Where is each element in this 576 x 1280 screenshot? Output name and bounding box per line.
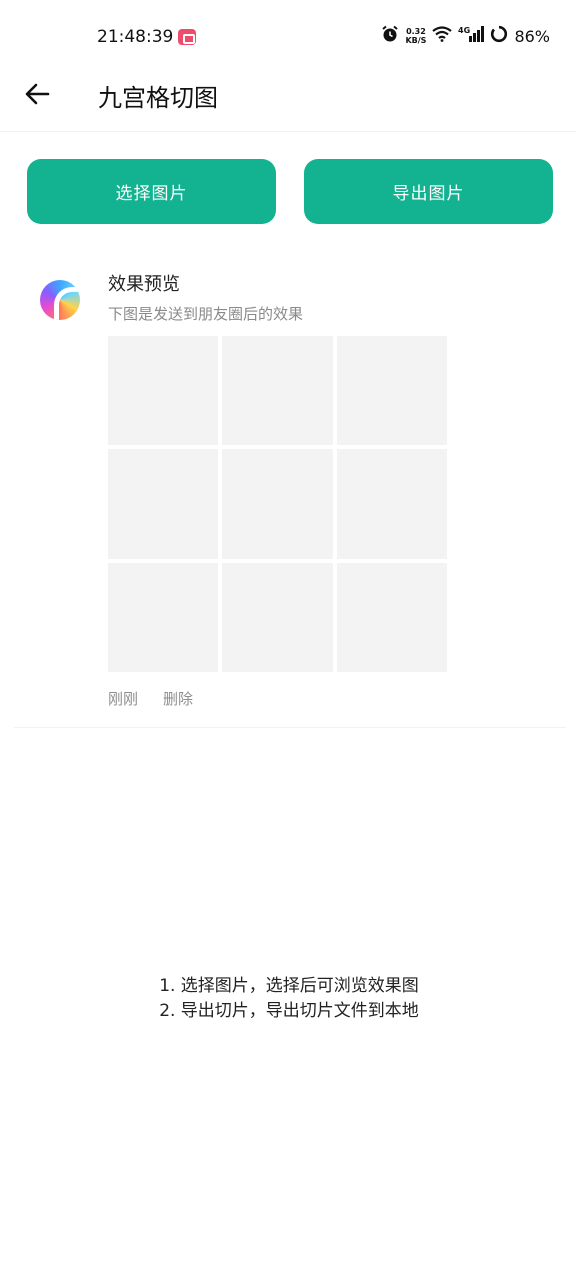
grid-cell[interactable] [222,449,333,559]
grid-cell[interactable] [108,449,219,559]
status-bar: 21:48:39 0.32 KB/S 4G 86% [0,0,576,72]
net-speed-value: 0.32 [406,27,426,36]
status-time: 21:48:39 [97,27,174,47]
net-speed-unit: KB/S [405,36,427,45]
arrow-left-icon [25,83,50,105]
signal-4g-icon: 4G [458,25,485,47]
alarm-icon [381,25,399,47]
wifi-icon [432,26,453,46]
grid-cell[interactable] [336,562,447,672]
instructions: 1. 选择图片，选择后可浏览效果图 2. 导出切片，导出切片文件到本地 [0,974,576,1024]
post-time: 刚刚 [108,690,139,708]
post-description: 下图是发送到朋友圈后的效果 [108,305,304,323]
select-image-button[interactable]: 选择图片 [27,159,276,224]
delete-link[interactable]: 删除 [163,688,193,709]
appbar-divider [0,131,576,132]
grid-cell[interactable] [222,562,333,672]
grid-cell[interactable] [336,449,447,559]
grid-cell[interactable] [336,336,447,446]
grid-cell[interactable] [108,562,219,672]
net-speed: 0.32 KB/S [405,27,426,45]
preview-post: 效果预览 下图是发送到朋友圈后的效果 刚刚 删除 [14,248,566,728]
avatar [40,280,80,320]
instruction-line-2: 2. 导出切片，导出切片文件到本地 [159,1001,419,1021]
export-image-button[interactable]: 导出图片 [304,159,553,224]
grid-cell[interactable] [108,336,219,446]
post-name: 效果预览 [108,274,180,295]
grid-cell[interactable] [222,336,333,446]
back-button[interactable] [22,78,54,110]
instruction-line-1: 1. 选择图片，选择后可浏览效果图 [159,976,419,996]
svg-text:4G: 4G [458,26,470,35]
status-icons: 0.32 KB/S 4G 86% [381,24,550,48]
nine-grid-preview [108,336,447,672]
battery-ring-icon [490,25,508,47]
page-title: 九宫格切图 [98,84,218,112]
app-bar: 九宫格切图 [0,72,576,132]
notification-app-icon [178,29,196,45]
battery-percent: 86% [514,26,550,46]
